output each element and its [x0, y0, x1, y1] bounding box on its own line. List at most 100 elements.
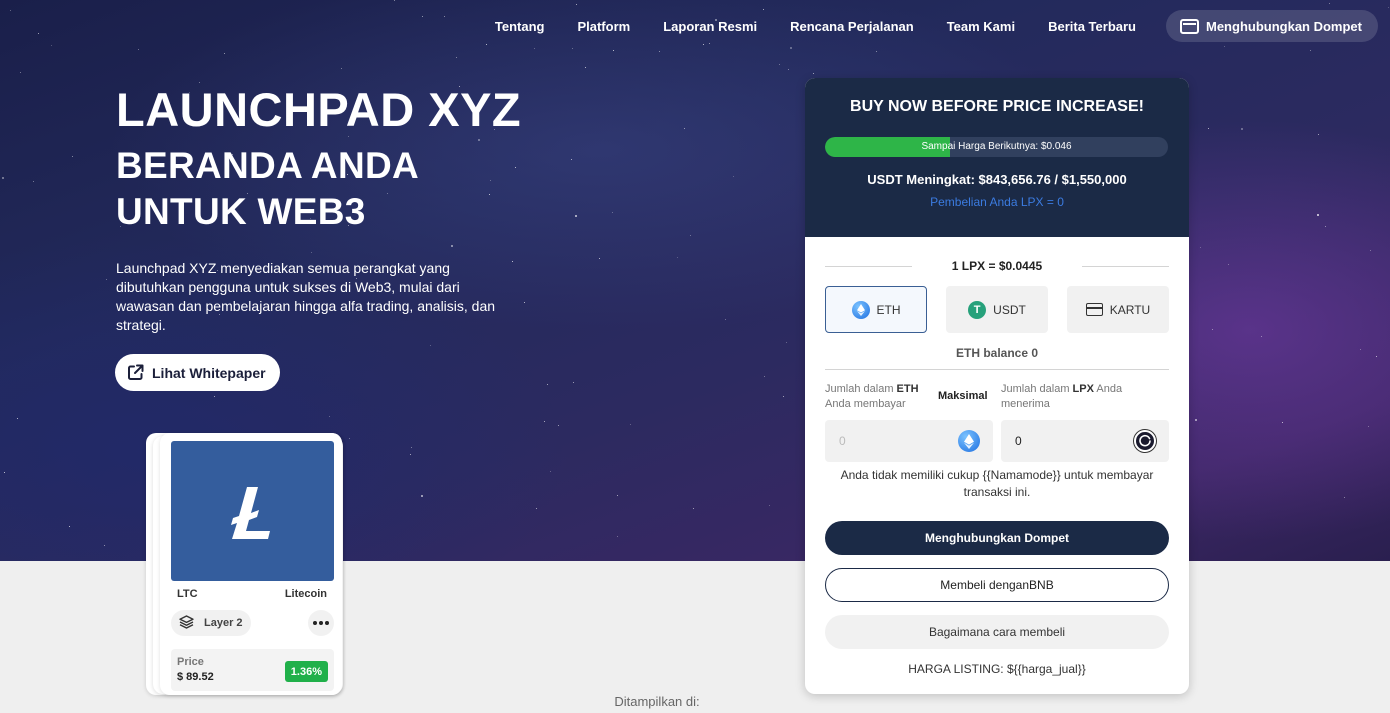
star [613, 50, 614, 51]
pay-method-card[interactable]: KARTU [1067, 286, 1169, 333]
star [20, 72, 21, 73]
star [33, 181, 34, 182]
coin-category-label: Layer 2 [204, 617, 243, 629]
star [1241, 128, 1243, 130]
star [786, 342, 787, 343]
star [2, 177, 4, 179]
price-label: Price [177, 656, 204, 668]
star [1310, 50, 1311, 51]
star [575, 215, 577, 217]
pay-amount-field [825, 420, 993, 462]
price-value: $ 89.52 [177, 671, 214, 683]
lpx-token-icon [1134, 430, 1156, 452]
star [693, 508, 694, 509]
star [572, 48, 573, 49]
pay-amount-label: Jumlah dalam ETH Anda membayar [825, 382, 935, 412]
star [550, 471, 551, 472]
listing-price: HARGA LISTING: ${{harga_jual}} [908, 662, 1086, 676]
more-options-button[interactable] [308, 610, 334, 636]
star [410, 454, 411, 455]
star [534, 48, 535, 49]
connect-wallet-nav-button[interactable]: Menghubungkan Dompet [1166, 10, 1378, 42]
star [585, 67, 586, 68]
divider [1082, 265, 1169, 267]
eth-balance: ETH balance 0 [955, 346, 1039, 360]
pay-method-usdt-label: USDT [993, 302, 1026, 317]
star [478, 139, 480, 141]
insufficient-funds-warning: Anda tidak memiliki cukup {{Namamode}} u… [840, 468, 1154, 499]
nav-link-berita-terbaru[interactable]: Berita Terbaru [1048, 19, 1136, 34]
star [677, 257, 678, 258]
nav-link-laporan-resmi[interactable]: Laporan Resmi [663, 19, 757, 34]
star [876, 51, 877, 52]
coin-symbol: LTC [177, 588, 198, 600]
nav-link-tentang[interactable]: Tentang [495, 19, 545, 34]
layers-icon [179, 614, 194, 632]
star [599, 258, 600, 259]
star [421, 495, 423, 497]
star [1325, 226, 1326, 227]
divider [825, 265, 912, 267]
star [764, 376, 765, 377]
star [779, 64, 780, 65]
star [1388, 7, 1389, 8]
buy-with-bnb-button[interactable]: Membeli denganBNB [825, 568, 1169, 602]
star [430, 345, 431, 346]
star [783, 396, 784, 397]
coin-price-box: Price $ 89.52 1.36% [171, 649, 334, 691]
star [790, 47, 792, 49]
eth-icon [958, 430, 980, 452]
usdt-icon: T [968, 300, 987, 319]
star [1318, 134, 1319, 135]
star [51, 45, 52, 46]
rate-row: 1 LPX = $0.0445 [825, 258, 1169, 274]
star [709, 43, 710, 44]
nav-link-rencana-perjalanan[interactable]: Rencana Perjalanan [790, 19, 914, 34]
star [788, 69, 789, 70]
star [547, 384, 548, 385]
pay-method-usdt[interactable]: T USDT [946, 286, 1048, 333]
pay-method-eth[interactable]: ETH [825, 286, 927, 333]
star [703, 44, 704, 45]
star [341, 68, 342, 69]
top-nav: Tentang Platform Laporan Resmi Rencana P… [495, 10, 1378, 42]
star [311, 252, 312, 253]
star [558, 425, 559, 426]
pay-method-eth-label: ETH [876, 302, 901, 317]
receive-amount-field [1001, 420, 1169, 462]
star [69, 526, 70, 527]
star [1329, 3, 1330, 4]
payment-methods: ETH T USDT KARTU [825, 286, 1169, 333]
coin-category-chip: Layer 2 [171, 610, 251, 636]
eth-icon [851, 300, 870, 319]
how-to-buy-button[interactable]: Bagaimana cara membeli [825, 615, 1169, 649]
presale-heading: BUY NOW BEFORE PRICE INCREASE! [850, 98, 1144, 115]
presale-progress-label: Sampai Harga Berikutnya: $0.046 [921, 141, 1072, 152]
connect-wallet-button[interactable]: Menghubungkan Dompet [825, 521, 1169, 555]
external-link-icon [127, 364, 144, 381]
presale-widget-header: BUY NOW BEFORE PRICE INCREASE! Sampai Ha… [805, 78, 1189, 237]
star [10, 10, 11, 11]
coin-card[interactable]: LTC Litecoin Layer 2 Price $ 89.52 1.36% [160, 433, 342, 695]
star [512, 261, 513, 262]
shown-on-label: Ditampilkan di: [614, 694, 700, 709]
max-button[interactable]: Maksimal [938, 390, 988, 402]
dot [313, 621, 317, 625]
nav-link-platform[interactable]: Platform [577, 19, 630, 34]
token-rate: 1 LPX = $0.0445 [951, 259, 1043, 273]
dot [319, 621, 323, 625]
star [394, 0, 395, 1]
star [224, 53, 225, 54]
star [1282, 422, 1283, 423]
star [659, 51, 660, 52]
star [106, 279, 107, 280]
star [524, 302, 525, 303]
whitepaper-button[interactable]: Lihat Whitepaper [115, 354, 280, 391]
hero-description: Launchpad XYZ menyediakan semua perangka… [116, 260, 496, 333]
star [444, 16, 445, 17]
star [349, 438, 350, 439]
nav-link-team-kami[interactable]: Team Kami [947, 19, 1015, 34]
star [725, 319, 726, 320]
price-change-badge: 1.36% [284, 661, 328, 682]
star [617, 536, 618, 537]
